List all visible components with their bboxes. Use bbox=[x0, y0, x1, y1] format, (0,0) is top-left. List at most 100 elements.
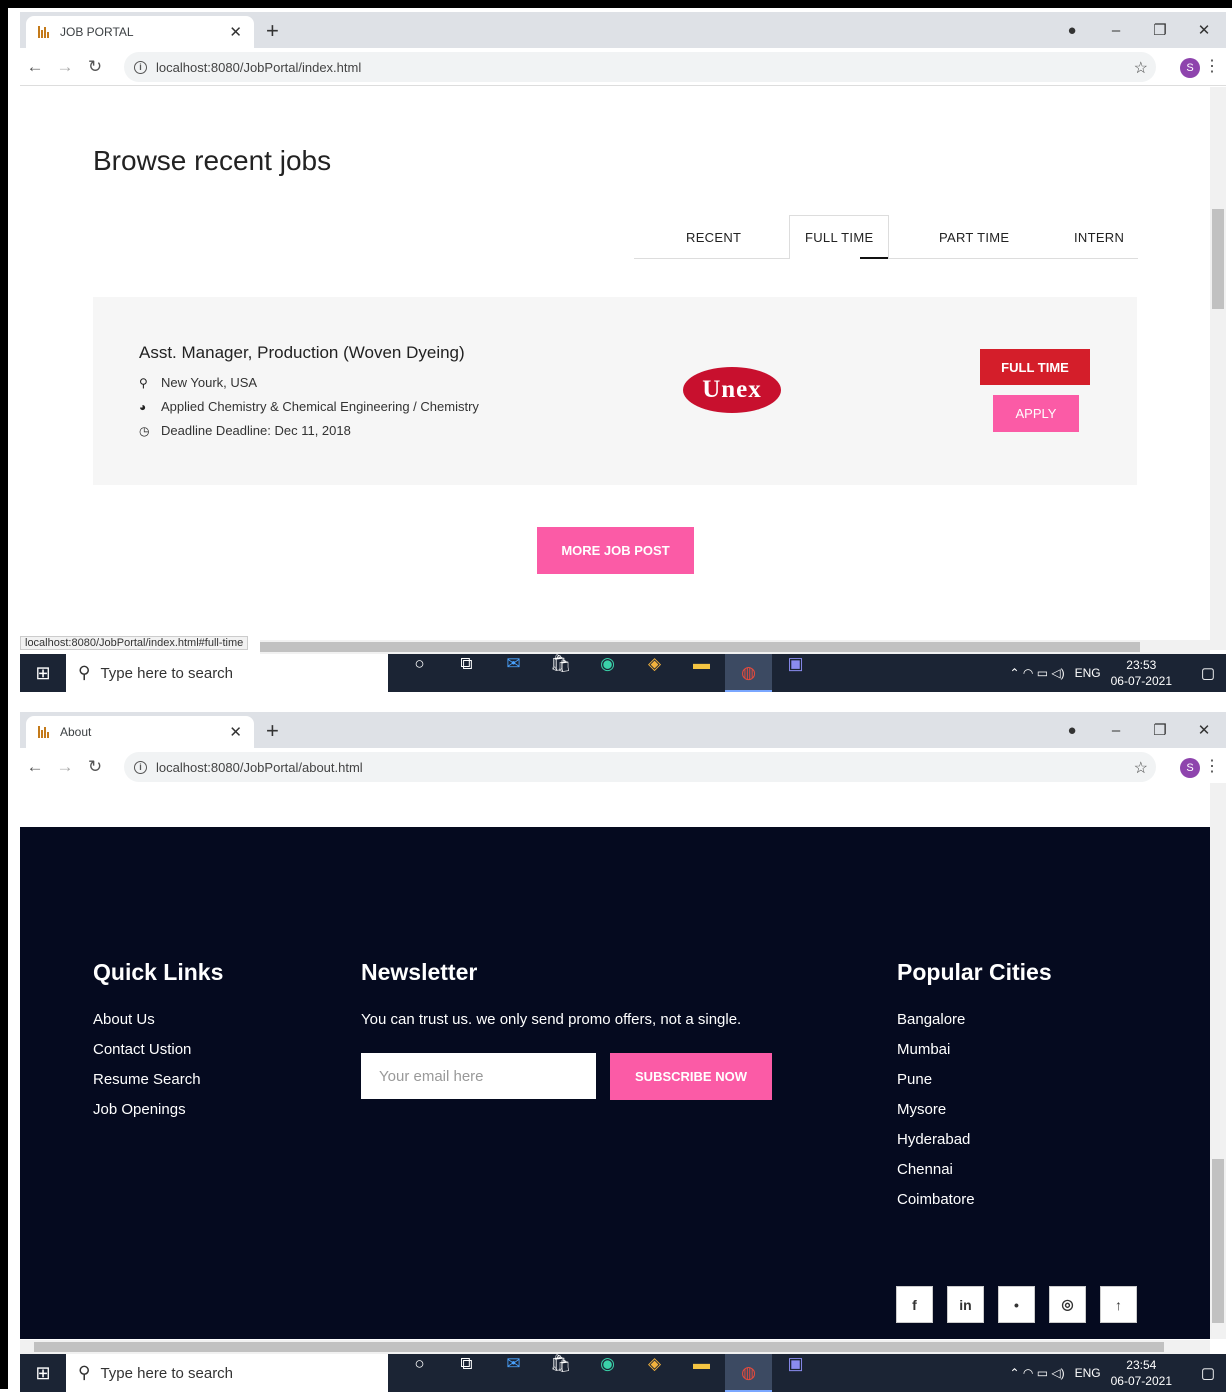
taskbar-clock[interactable]: 23:54 06-07-2021 bbox=[1111, 1357, 1172, 1389]
window-controls: ● – ❐ ✕ bbox=[1050, 712, 1226, 748]
profile-avatar[interactable]: S bbox=[1180, 58, 1200, 78]
language-indicator[interactable]: ENG bbox=[1075, 1366, 1101, 1380]
scroll-top-icon[interactable]: ↑ bbox=[1100, 1286, 1137, 1323]
windows-start-icon[interactable]: ⊞ bbox=[20, 1363, 66, 1384]
browser-menu-icon[interactable]: ⋮ bbox=[1204, 756, 1220, 776]
tab-part-time[interactable]: PART TIME bbox=[939, 215, 1009, 259]
quick-link-job-openings[interactable]: Job Openings bbox=[93, 1101, 201, 1131]
linkedin-icon[interactable]: in bbox=[947, 1286, 984, 1323]
minimize-icon[interactable]: – bbox=[1094, 22, 1138, 39]
company-logo-text: Unex bbox=[702, 376, 762, 403]
instagram-icon[interactable]: ◎ bbox=[1049, 1286, 1086, 1323]
chrome-icon[interactable]: ◍ bbox=[725, 1354, 772, 1392]
apply-button[interactable]: APPLY bbox=[993, 395, 1079, 432]
cortana-icon[interactable]: ○ bbox=[396, 654, 443, 692]
taskbar-clock[interactable]: 23:53 06-07-2021 bbox=[1111, 657, 1172, 689]
quick-link-about[interactable]: About Us bbox=[93, 1011, 201, 1041]
reload-icon[interactable]: ↻ bbox=[80, 757, 110, 777]
browser-menu-icon[interactable]: ⋮ bbox=[1204, 56, 1220, 76]
browser-tab[interactable]: About ✕ bbox=[26, 716, 254, 748]
tray-icons[interactable]: ⌃ ◠ ▭ ◁) bbox=[1010, 666, 1065, 680]
url-field[interactable]: i localhost:8080/JobPortal/index.html ☆ bbox=[124, 52, 1156, 82]
close-tab-icon[interactable]: ✕ bbox=[229, 723, 242, 741]
vertical-scroll-thumb[interactable] bbox=[1212, 209, 1224, 309]
job-title[interactable]: Asst. Manager, Production (Woven Dyeing) bbox=[139, 343, 465, 363]
city-link[interactable]: Coimbatore bbox=[897, 1191, 975, 1221]
mail-icon[interactable]: ✉ bbox=[490, 1354, 537, 1392]
email-input[interactable] bbox=[361, 1053, 596, 1099]
subscribe-button[interactable]: SUBSCRIBE NOW bbox=[610, 1053, 772, 1100]
chrome-icon[interactable]: ◍ bbox=[725, 654, 772, 692]
vertical-scrollbar[interactable] bbox=[1210, 87, 1226, 650]
taskbar-search[interactable]: ⚲ Type here to search bbox=[66, 654, 388, 692]
file-explorer-icon[interactable]: ▬ bbox=[678, 654, 725, 692]
teams-icon[interactable]: ▣ bbox=[772, 654, 819, 692]
browser-shield-icon[interactable]: ◈ bbox=[631, 654, 678, 692]
city-link[interactable]: Chennai bbox=[897, 1161, 975, 1191]
bookmark-star-icon[interactable]: ☆ bbox=[1134, 758, 1148, 778]
mail-icon[interactable]: ✉ bbox=[490, 654, 537, 692]
new-tab-icon[interactable]: + bbox=[266, 18, 279, 44]
back-icon[interactable]: ← bbox=[20, 757, 50, 777]
close-window-icon[interactable]: ✕ bbox=[1182, 21, 1226, 39]
full-time-badge-button[interactable]: FULL TIME bbox=[980, 349, 1090, 385]
job-type-tabs: RECENT FULL TIME PART TIME INTERN bbox=[634, 215, 1138, 259]
tab-recent[interactable]: RECENT bbox=[686, 215, 741, 259]
edge-icon[interactable]: ◉ bbox=[584, 654, 631, 692]
cortana-icon[interactable]: ○ bbox=[396, 1354, 443, 1392]
new-tab-icon[interactable]: + bbox=[266, 718, 279, 744]
twitter-icon[interactable]: • bbox=[998, 1286, 1035, 1323]
teams-icon[interactable]: ▣ bbox=[772, 1354, 819, 1392]
restore-icon[interactable]: ❐ bbox=[1138, 721, 1182, 739]
reload-icon[interactable]: ↻ bbox=[80, 57, 110, 77]
url-text: localhost:8080/JobPortal/about.html bbox=[156, 759, 363, 775]
horizontal-scroll-thumb[interactable] bbox=[260, 642, 1140, 652]
task-view-icon[interactable]: ⧉ bbox=[443, 1354, 490, 1392]
site-info-icon[interactable]: i bbox=[134, 760, 147, 774]
file-explorer-icon[interactable]: ▬ bbox=[678, 1354, 725, 1392]
tab-full-time[interactable]: FULL TIME bbox=[789, 215, 890, 259]
edge-icon[interactable]: ◉ bbox=[584, 1354, 631, 1392]
vertical-scroll-thumb[interactable] bbox=[1212, 1159, 1224, 1323]
horizontal-scroll-thumb[interactable] bbox=[34, 1342, 1164, 1352]
more-job-post-button[interactable]: MORE JOB POST bbox=[537, 527, 694, 574]
popular-cities-list: Bangalore Mumbai Pune Mysore Hyderabad C… bbox=[897, 1011, 975, 1221]
notification-icon[interactable]: ▢ bbox=[1190, 1364, 1226, 1382]
media-control-icon[interactable]: ● bbox=[1050, 22, 1094, 39]
quick-link-resume-search[interactable]: Resume Search bbox=[93, 1071, 201, 1101]
bookmark-star-icon[interactable]: ☆ bbox=[1134, 58, 1148, 78]
tab-intern[interactable]: INTERN bbox=[1074, 215, 1124, 259]
horizontal-scrollbar[interactable] bbox=[260, 640, 1210, 654]
store-icon[interactable]: 🛍 bbox=[537, 654, 584, 692]
store-icon[interactable]: 🛍 bbox=[537, 1354, 584, 1392]
quick-link-contact[interactable]: Contact Ustion bbox=[93, 1041, 201, 1071]
tray-icons[interactable]: ⌃ ◠ ▭ ◁) bbox=[1010, 1366, 1065, 1380]
forward-icon[interactable]: → bbox=[50, 57, 80, 77]
city-link[interactable]: Mumbai bbox=[897, 1041, 975, 1071]
language-indicator[interactable]: ENG bbox=[1075, 666, 1101, 680]
city-link[interactable]: Pune bbox=[897, 1071, 975, 1101]
taskbar-search[interactable]: ⚲ Type here to search bbox=[66, 1354, 388, 1392]
city-link[interactable]: Bangalore bbox=[897, 1011, 975, 1041]
task-view-icon[interactable]: ⧉ bbox=[443, 654, 490, 692]
restore-icon[interactable]: ❐ bbox=[1138, 21, 1182, 39]
browser-shield-icon[interactable]: ◈ bbox=[631, 1354, 678, 1392]
facebook-icon[interactable]: f bbox=[896, 1286, 933, 1323]
minimize-icon[interactable]: – bbox=[1094, 722, 1138, 739]
back-icon[interactable]: ← bbox=[20, 57, 50, 77]
vertical-scrollbar[interactable] bbox=[1210, 783, 1226, 1339]
profile-avatar[interactable]: S bbox=[1180, 758, 1200, 778]
close-tab-icon[interactable]: ✕ bbox=[229, 23, 242, 41]
city-link[interactable]: Hyderabad bbox=[897, 1131, 975, 1161]
page-title: Browse recent jobs bbox=[93, 145, 332, 176]
windows-start-icon[interactable]: ⊞ bbox=[20, 663, 66, 684]
url-field[interactable]: i localhost:8080/JobPortal/about.html ☆ bbox=[124, 752, 1156, 782]
media-control-icon[interactable]: ● bbox=[1050, 722, 1094, 739]
horizontal-scrollbar[interactable] bbox=[20, 1340, 1210, 1354]
forward-icon[interactable]: → bbox=[50, 757, 80, 777]
browser-tab[interactable]: JOB PORTAL ✕ bbox=[26, 16, 254, 48]
city-link[interactable]: Mysore bbox=[897, 1101, 975, 1131]
site-info-icon[interactable]: i bbox=[134, 60, 147, 74]
close-window-icon[interactable]: ✕ bbox=[1182, 721, 1226, 739]
notification-icon[interactable]: ▢ bbox=[1190, 664, 1226, 682]
